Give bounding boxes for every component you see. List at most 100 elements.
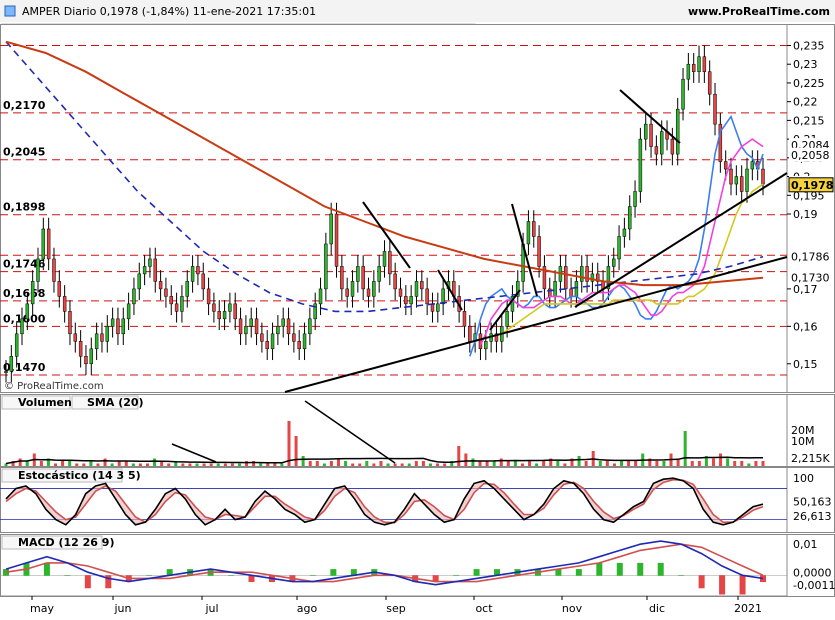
price-candle <box>57 281 62 297</box>
volume-bar <box>61 461 65 466</box>
price-candle <box>420 281 424 290</box>
price-candle <box>36 258 40 282</box>
price-candle <box>201 273 205 290</box>
price-candle <box>425 288 429 305</box>
price-candle <box>436 303 440 312</box>
volume-bar <box>181 463 185 466</box>
price-candle <box>670 138 675 155</box>
volume-bar <box>110 463 114 466</box>
volume-bar <box>216 463 220 466</box>
volume-bar <box>421 461 425 466</box>
value-tag: 0,1786 <box>789 249 833 264</box>
volume-bar <box>662 461 666 466</box>
price-candle <box>100 333 104 342</box>
stochastic-tick-label: 50,163 <box>793 496 832 509</box>
volume-bar <box>188 463 192 466</box>
volume-bar <box>315 461 319 466</box>
volume-bar <box>287 421 291 466</box>
price-candle <box>46 228 51 260</box>
x-tick-label: jun <box>114 602 132 615</box>
stochastic-tick-label: 26,613 <box>793 510 832 523</box>
volume-bar <box>598 461 602 466</box>
price-candle <box>761 168 765 185</box>
volume-bar <box>485 461 489 466</box>
macd-histogram-bar <box>596 562 603 576</box>
x-tick-label: sep <box>386 602 405 615</box>
volume-bar <box>711 458 715 466</box>
volume-bar <box>520 463 524 466</box>
volume-bar <box>754 461 758 466</box>
volume-bar <box>54 463 58 466</box>
price-candle <box>372 281 376 297</box>
volume-bar <box>223 463 227 466</box>
macd-histogram-bar <box>146 575 153 576</box>
macd-histogram-bar <box>698 575 705 589</box>
price-candle <box>286 318 291 335</box>
price-candle <box>132 288 136 305</box>
price-candle <box>68 311 72 335</box>
volume-bar <box>337 458 341 466</box>
y-tick-label: 0,22 <box>793 96 818 109</box>
volume-tag-label: 2,215K <box>791 452 830 465</box>
price-candle <box>260 333 264 342</box>
volume-bar <box>605 461 609 466</box>
price-candle <box>707 71 712 95</box>
price-candle <box>468 326 472 342</box>
price-candle <box>94 333 99 350</box>
price-candle <box>84 356 88 365</box>
volume-bar <box>436 463 440 466</box>
macd-tick-label: -0,0011 <box>793 579 835 592</box>
y-tick-label: 0,23 <box>793 58 818 71</box>
volume-bar <box>471 458 475 466</box>
price-candle <box>302 333 307 350</box>
support-level-label: 0,2170 <box>3 99 46 112</box>
price-candle <box>617 236 621 260</box>
volume-bar <box>230 463 234 466</box>
watermark: © ProRealTime.com <box>4 381 104 392</box>
price-candle <box>654 146 659 155</box>
volume-bar <box>612 463 616 466</box>
macd-tick-label: 0,01 <box>793 538 818 551</box>
value-tag-label: 0,2058 <box>791 149 830 162</box>
price-candle <box>137 273 141 290</box>
price-candle <box>297 341 301 350</box>
volume-bar <box>358 463 362 466</box>
price-candle <box>308 318 312 335</box>
volume-bar <box>535 463 539 466</box>
volume-bar <box>131 463 135 466</box>
volume-bar <box>379 461 383 466</box>
macd-histogram-bar <box>637 562 644 576</box>
price-candle <box>196 266 200 275</box>
price-candle <box>25 303 30 320</box>
price-candle <box>265 341 269 350</box>
price-candle <box>537 236 541 267</box>
price-candle <box>729 168 733 185</box>
volume-legend-label: Volumen <box>18 396 72 409</box>
price-candle <box>484 341 488 350</box>
price-candle <box>158 281 163 290</box>
stochastic-tick-label: 100 <box>793 472 814 485</box>
volume-bar <box>499 458 503 466</box>
volume-bar <box>237 463 241 466</box>
x-axis: may jun jul ago sep oct nov dic 2021 <box>0 595 787 615</box>
volume-bar <box>103 458 107 466</box>
y-tick-label: 0,215 <box>793 114 825 127</box>
volume-bar <box>138 463 142 466</box>
price-candle <box>382 251 387 267</box>
volume-bar <box>492 461 496 466</box>
price-candle <box>644 123 648 140</box>
price-candle <box>212 303 216 312</box>
chart-type-icon[interactable] <box>4 5 16 17</box>
price-candle <box>222 311 227 320</box>
volume-bar <box>506 461 510 466</box>
price-candle <box>361 266 365 290</box>
macd-histogram-bar <box>678 575 685 576</box>
volume-bar <box>259 463 263 466</box>
volume-bar <box>627 461 631 466</box>
price-candle <box>105 326 110 342</box>
price-candle <box>20 318 24 335</box>
x-tick-label: 2021 <box>734 602 762 615</box>
price-candle <box>622 228 627 237</box>
macd-panel-frame <box>0 534 835 597</box>
price-candle <box>233 303 237 320</box>
